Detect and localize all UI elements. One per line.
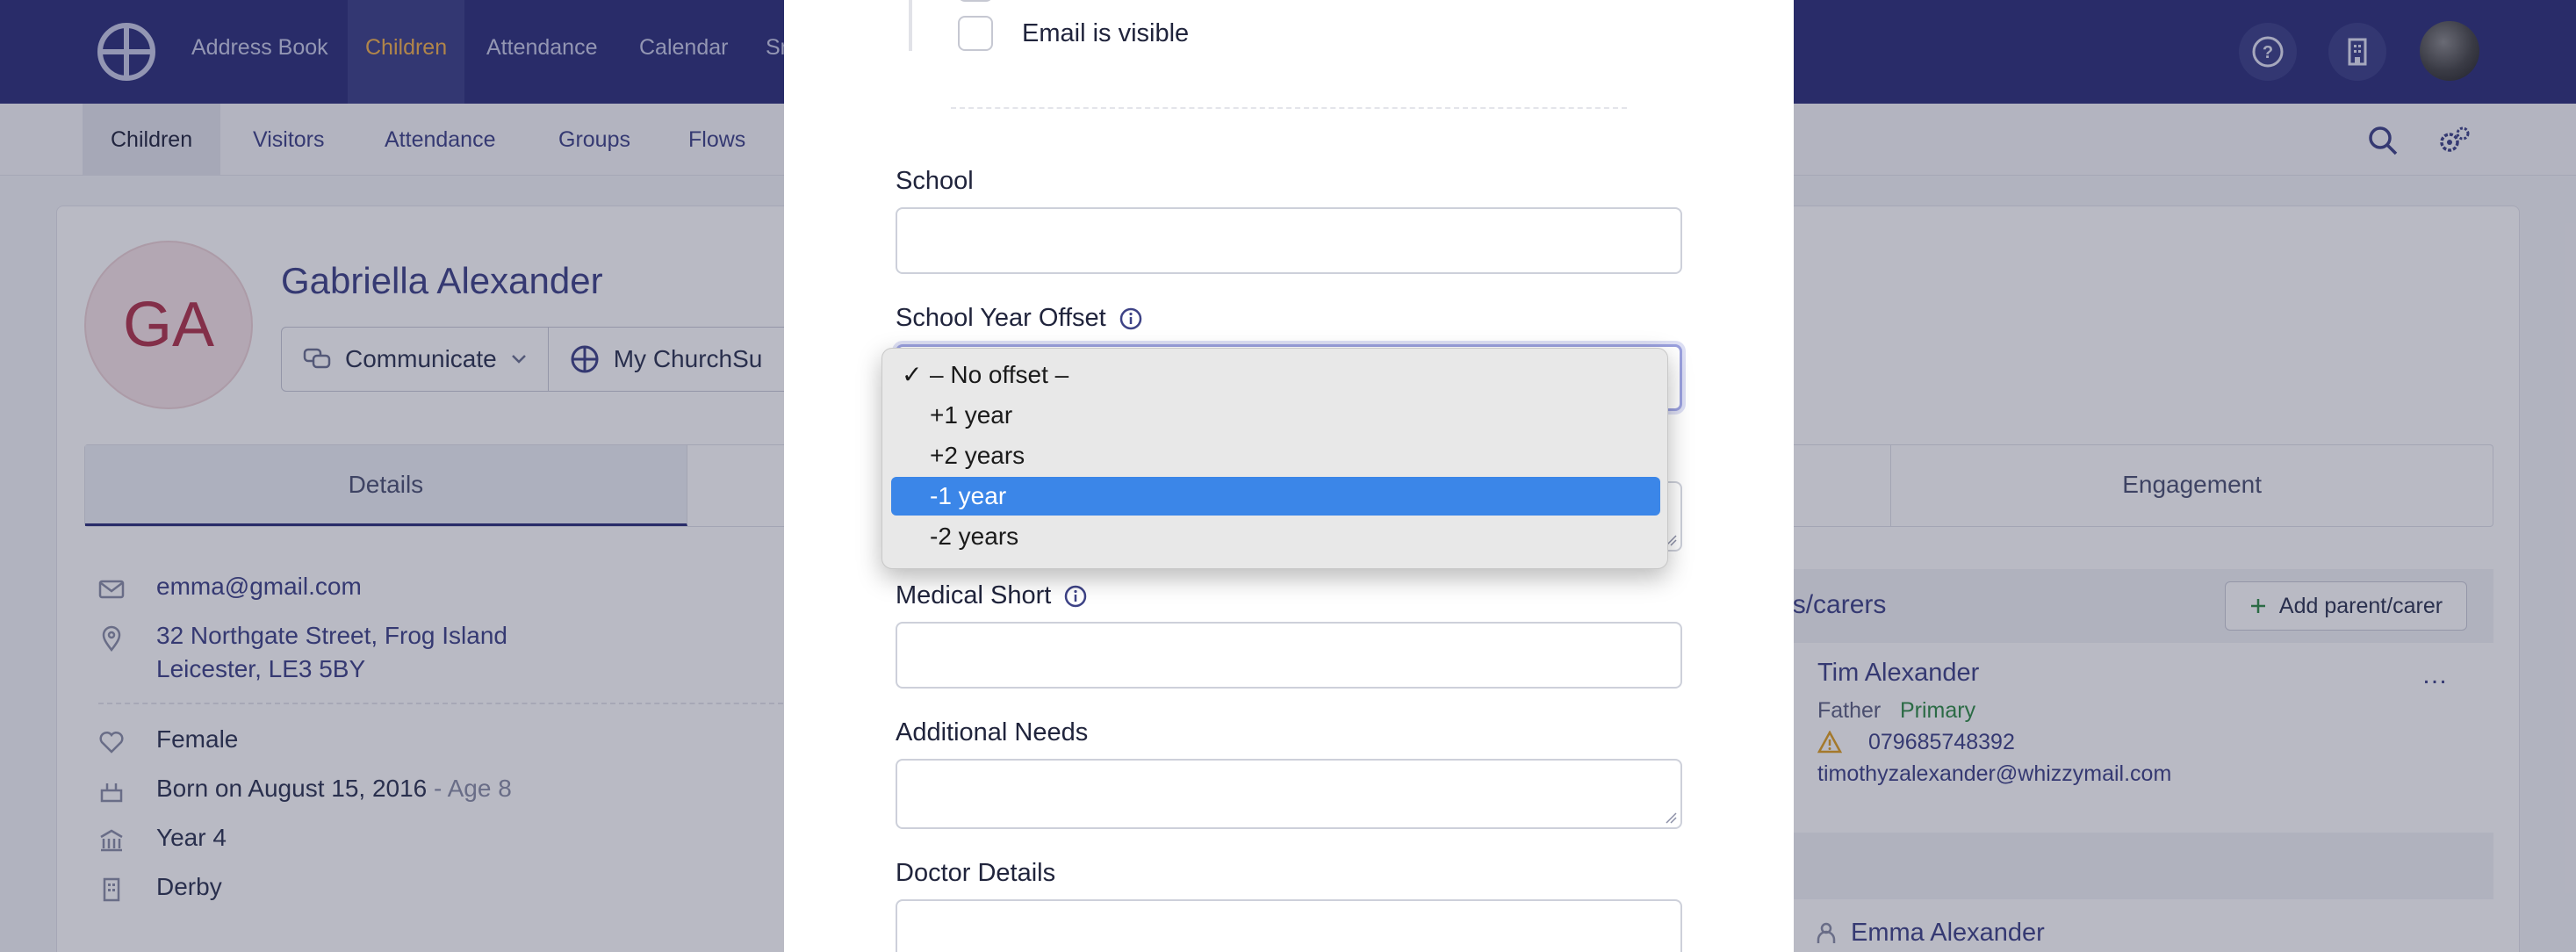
doctor-details-text: Doctor Details xyxy=(896,859,1056,887)
visibility-group-bar xyxy=(909,0,912,51)
option-plus-1-year[interactable]: +1 year xyxy=(891,396,1660,435)
school-label: School xyxy=(896,167,974,196)
info-icon[interactable] xyxy=(1119,307,1143,331)
additional-needs-label: Additional Needs xyxy=(896,718,1088,747)
school-input[interactable] xyxy=(896,207,1682,274)
medical-short-text: Medical Short xyxy=(896,581,1052,609)
option-plus-2-years[interactable]: +2 years xyxy=(891,436,1660,475)
doctor-details-textarea[interactable] xyxy=(896,899,1682,952)
medical-short-input[interactable] xyxy=(896,622,1682,689)
medical-short-label: Medical Short xyxy=(896,581,1088,610)
resize-handle-icon[interactable] xyxy=(1663,810,1677,824)
additional-needs-textarea[interactable] xyxy=(896,759,1682,829)
info-icon[interactable] xyxy=(1063,584,1088,609)
school-year-offset-text: School Year Offset xyxy=(896,304,1106,332)
school-year-offset-label: School Year Offset xyxy=(896,304,1143,333)
checkmark-icon: ✓ xyxy=(902,361,923,388)
doctor-details-label: Doctor Details xyxy=(896,859,1055,888)
email-visible-label: Email is visible xyxy=(1022,19,1190,47)
email-visible-checkbox[interactable] xyxy=(958,16,993,51)
modal-divider xyxy=(951,107,1627,109)
option-minus-1-year[interactable]: -1 year xyxy=(891,477,1660,516)
option-no-offset[interactable]: ✓ – No offset – xyxy=(891,356,1660,394)
school-label-text: School xyxy=(896,167,974,195)
option-minus-2-years[interactable]: -2 years xyxy=(891,517,1660,556)
option-label: – No offset – xyxy=(930,361,1069,388)
school-year-offset-dropdown: ✓ – No offset – +1 year +2 years -1 year… xyxy=(881,348,1668,569)
checkbox-partial[interactable] xyxy=(958,0,993,2)
additional-needs-text: Additional Needs xyxy=(896,718,1089,746)
